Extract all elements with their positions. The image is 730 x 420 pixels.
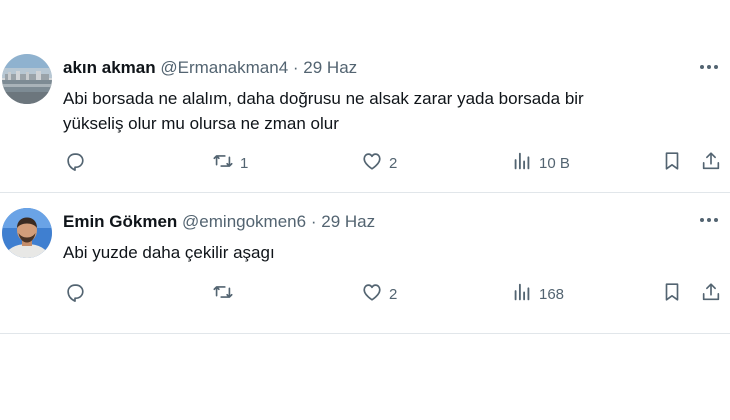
user-handle[interactable]: @Ermanakman4 <box>160 58 288 77</box>
more-horizontal-icon[interactable] <box>698 212 720 228</box>
retweet-count: 1 <box>240 154 249 172</box>
retweet-icon <box>212 150 234 176</box>
avatar-image <box>2 54 52 104</box>
like-button[interactable]: 2 <box>361 280 397 308</box>
like-count: 2 <box>389 285 398 303</box>
tweet-text-line: yükseliş olur mu olursa ne zman olur <box>63 114 339 133</box>
avatar[interactable] <box>2 54 52 104</box>
heart-icon <box>361 281 383 307</box>
views-count: 168 <box>539 285 565 303</box>
tweet-text-line: Abi yuzde daha çekilir aşagı <box>63 243 275 262</box>
share-button[interactable] <box>700 280 722 308</box>
more-horizontal-icon[interactable] <box>698 59 720 75</box>
tweet[interactable]: akın akman @Ermanakman4 · 29 Haz Abi bor… <box>0 40 730 193</box>
like-count: 2 <box>389 154 398 172</box>
views-button[interactable]: 168 <box>511 280 564 308</box>
share-button[interactable] <box>700 149 722 177</box>
retweet-button[interactable] <box>212 280 240 308</box>
tweet-date[interactable]: 29 Haz <box>321 212 375 231</box>
avatar[interactable] <box>2 208 52 258</box>
display-name[interactable]: akın akman <box>63 58 156 77</box>
views-icon <box>511 281 533 307</box>
views-button[interactable]: 10 B <box>511 149 570 177</box>
share-icon <box>700 150 722 176</box>
tweet-actions: 2 168 <box>0 280 730 308</box>
tweet-text: Abi borsada ne alalım, daha doğrusu ne a… <box>63 86 703 136</box>
avatar-image <box>2 208 52 258</box>
bookmark-icon <box>661 281 683 307</box>
tweet-text: Abi yuzde daha çekilir aşagı <box>63 240 703 265</box>
bookmark-button[interactable] <box>661 149 683 177</box>
reply-icon <box>64 150 86 176</box>
tweet-header: akın akman @Ermanakman4 · 29 Haz <box>63 58 357 78</box>
share-icon <box>700 281 722 307</box>
user-handle[interactable]: @emingokmen6 <box>182 212 306 231</box>
bookmark-icon <box>661 150 683 176</box>
tweet[interactable]: Emin Gökmen @emingokmen6 · 29 Haz Abi yu… <box>0 193 730 334</box>
retweet-icon <box>212 281 234 307</box>
tweet-actions: 1 2 10 B <box>0 149 730 177</box>
reply-button[interactable] <box>64 280 92 308</box>
bookmark-button[interactable] <box>661 280 683 308</box>
tweet-header: Emin Gökmen @emingokmen6 · 29 Haz <box>63 212 375 232</box>
separator-dot: · <box>292 58 299 77</box>
views-count: 10 B <box>539 154 570 172</box>
separator-dot: · <box>310 212 317 231</box>
display-name[interactable]: Emin Gökmen <box>63 212 177 231</box>
like-button[interactable]: 2 <box>361 149 397 177</box>
retweet-button[interactable]: 1 <box>212 149 248 177</box>
tweet-text-line: Abi borsada ne alalım, daha doğrusu ne a… <box>63 89 584 108</box>
views-icon <box>511 150 533 176</box>
reply-button[interactable] <box>64 149 92 177</box>
heart-icon <box>361 150 383 176</box>
reply-feed: akın akman @Ermanakman4 · 29 Haz Abi bor… <box>0 0 730 420</box>
tweet-date[interactable]: 29 Haz <box>303 58 357 77</box>
reply-icon <box>64 281 86 307</box>
